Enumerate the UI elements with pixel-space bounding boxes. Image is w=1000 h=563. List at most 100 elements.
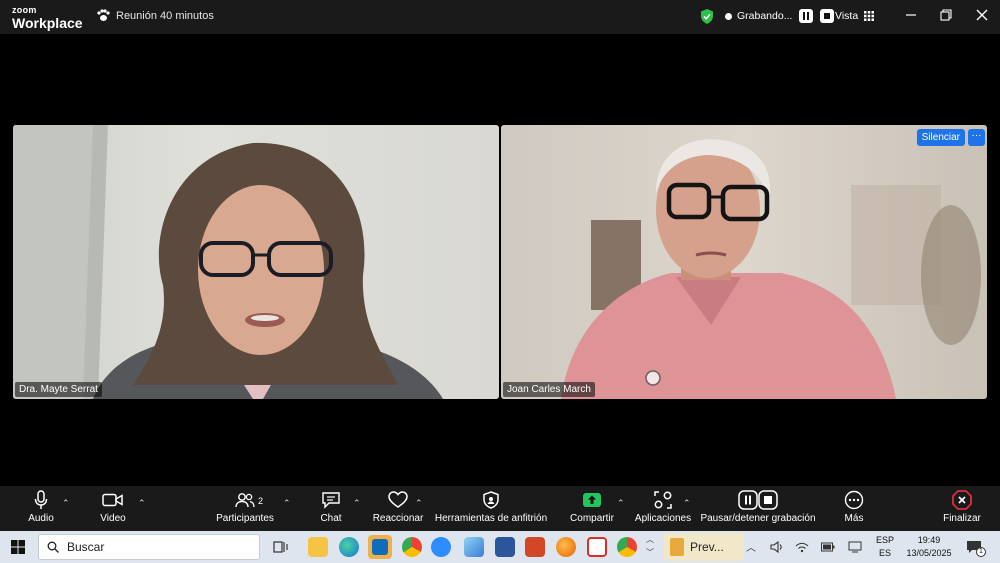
clock-date: 13/05/2025 bbox=[906, 548, 952, 558]
share-screen-button[interactable]: Compartir bbox=[566, 486, 618, 531]
paw-icon bbox=[97, 9, 110, 21]
search-icon bbox=[47, 541, 59, 553]
video-camera-icon bbox=[102, 493, 123, 506]
video-tile-joan-carles-march[interactable]: Silenciar ··· Joan Carles March bbox=[501, 125, 987, 399]
display-icon[interactable] bbox=[848, 541, 862, 553]
host-tools-button[interactable]: Herramientas de anfitrión bbox=[433, 486, 549, 531]
chrome-profile-icon[interactable] bbox=[617, 537, 637, 557]
end-meeting-icon bbox=[952, 489, 972, 510]
restore-icon[interactable] bbox=[939, 8, 953, 22]
word-icon[interactable] bbox=[495, 537, 515, 557]
windows-taskbar: Buscar ︿ ﹀ Prev... ︿ ESP ES 19:49 13/05/… bbox=[0, 531, 1000, 563]
scroll-arrows-icon[interactable]: ︿ ﹀ bbox=[646, 533, 654, 559]
chrome-icon[interactable] bbox=[402, 537, 422, 557]
firefox-icon[interactable] bbox=[556, 537, 576, 557]
logo-bottom: Workplace bbox=[12, 15, 83, 31]
apps-label: Aplicaciones bbox=[634, 513, 692, 524]
participant-video-joan bbox=[561, 139, 981, 399]
video-options-chevron-icon[interactable]: ⌃ bbox=[138, 498, 146, 509]
participant-video-mayte bbox=[13, 125, 443, 399]
share-label: Compartir bbox=[570, 513, 614, 524]
clock-time: 19:49 bbox=[917, 535, 941, 545]
chat-button[interactable]: Chat bbox=[316, 486, 346, 531]
title-bar: zoom Workplace Reunión 40 minutos Graban… bbox=[0, 0, 1000, 34]
share-screen-icon bbox=[583, 492, 601, 507]
taskbar-active-app[interactable]: Prev... bbox=[664, 533, 744, 561]
stop-recording-icon[interactable] bbox=[820, 9, 835, 23]
zoom-window: zoom Workplace Reunión 40 minutos Graban… bbox=[0, 0, 1000, 563]
notepad-app-icon[interactable] bbox=[464, 537, 484, 557]
end-meeting-button[interactable]: Finalizar bbox=[940, 486, 984, 531]
apps-icon bbox=[654, 490, 672, 509]
pdf-reader-icon[interactable] bbox=[587, 537, 607, 557]
microphone-icon bbox=[34, 489, 48, 509]
share-options-chevron-icon[interactable]: ⌃ bbox=[617, 498, 625, 509]
chat-bubble-icon bbox=[322, 491, 340, 509]
active-app-label: Prev... bbox=[690, 540, 724, 554]
view-button[interactable]: Vista bbox=[835, 10, 875, 22]
minimize-icon[interactable] bbox=[904, 8, 918, 22]
participants-label: Participantes bbox=[216, 513, 274, 524]
participant-name-tag: Joan Carles March bbox=[503, 382, 595, 397]
heart-icon bbox=[388, 490, 408, 508]
language-indicator[interactable]: ESP ES bbox=[873, 535, 897, 558]
network-icon[interactable] bbox=[795, 541, 809, 553]
chat-label: Chat bbox=[320, 513, 342, 524]
file-explorer-icon[interactable] bbox=[308, 537, 328, 557]
audio-options-chevron-icon[interactable]: ⌃ bbox=[62, 498, 70, 509]
recording-label: Grabando... bbox=[737, 10, 793, 22]
taskbar-search-box[interactable]: Buscar bbox=[38, 534, 260, 560]
powerpoint-icon[interactable] bbox=[525, 537, 545, 557]
tray-overflow-chevron-icon[interactable]: ︿ bbox=[746, 539, 756, 554]
end-label: Finalizar bbox=[943, 513, 981, 524]
host-shield-icon bbox=[483, 490, 499, 509]
audio-button[interactable]: Audio bbox=[24, 486, 58, 531]
meeting-toolbar: Audio ⌃ Video ⌃ Participantes 2 ⌃ Chat ⌃… bbox=[0, 486, 1000, 531]
task-view-icon[interactable] bbox=[273, 539, 289, 555]
zoom-workplace-logo: zoom Workplace bbox=[12, 5, 83, 31]
host-tools-label: Herramientas de anfitrión bbox=[434, 513, 548, 524]
security-shield-icon[interactable] bbox=[700, 9, 714, 24]
outlook-icon[interactable] bbox=[368, 535, 392, 559]
chat-options-chevron-icon[interactable]: ⌃ bbox=[353, 498, 361, 509]
more-label: Más bbox=[844, 513, 864, 524]
more-dots-icon bbox=[844, 490, 864, 509]
video-button[interactable]: Video bbox=[96, 486, 130, 531]
pause-stop-recording-icon bbox=[738, 489, 778, 510]
pause-recording-icon[interactable] bbox=[799, 9, 814, 23]
react-options-chevron-icon[interactable]: ⌃ bbox=[415, 498, 423, 509]
language-bottom: ES bbox=[878, 548, 891, 558]
recording-indicator: Grabando... bbox=[725, 9, 835, 23]
clock[interactable]: 19:49 13/05/2025 bbox=[900, 535, 958, 558]
meeting-label: Reunión 40 minutos bbox=[116, 9, 214, 22]
participants-options-chevron-icon[interactable]: ⌃ bbox=[283, 498, 291, 509]
meeting-info[interactable]: Reunión 40 minutos bbox=[96, 9, 214, 22]
volume-icon[interactable] bbox=[770, 541, 784, 553]
participants-icon bbox=[235, 492, 255, 507]
more-button[interactable]: Más bbox=[838, 486, 870, 531]
close-icon[interactable] bbox=[975, 8, 989, 22]
view-label: Vista bbox=[835, 10, 859, 22]
audio-label: Audio bbox=[28, 513, 54, 524]
logo-top: zoom bbox=[12, 5, 37, 15]
grid-icon bbox=[864, 11, 875, 21]
pause-stop-recording-button[interactable]: Pausar/detener grabación bbox=[700, 486, 816, 531]
react-label: Reaccionar bbox=[372, 513, 424, 524]
presentation-app-icon bbox=[670, 538, 684, 556]
zoom-app-icon[interactable] bbox=[431, 537, 451, 557]
participant-name-tag: Dra. Mayte Serrat bbox=[15, 382, 102, 397]
edge-browser-icon[interactable] bbox=[339, 537, 359, 557]
video-label: Video bbox=[100, 513, 126, 524]
participant-more-button[interactable]: ··· bbox=[968, 129, 985, 146]
pause-stop-recording-label: Pausar/detener grabación bbox=[700, 513, 816, 524]
search-placeholder: Buscar bbox=[67, 540, 105, 554]
participants-button[interactable]: Participantes bbox=[214, 486, 276, 531]
apps-options-chevron-icon[interactable]: ⌃ bbox=[683, 498, 691, 509]
windows-start-icon[interactable] bbox=[11, 540, 25, 554]
battery-icon[interactable] bbox=[821, 542, 835, 552]
language-top: ESP bbox=[875, 535, 894, 545]
notification-count-badge: 1 bbox=[976, 547, 986, 557]
recording-dot-icon bbox=[725, 12, 732, 20]
mute-participant-button[interactable]: Silenciar bbox=[916, 129, 965, 146]
video-tile-mayte-serrat[interactable]: Dra. Mayte Serrat bbox=[13, 125, 499, 399]
